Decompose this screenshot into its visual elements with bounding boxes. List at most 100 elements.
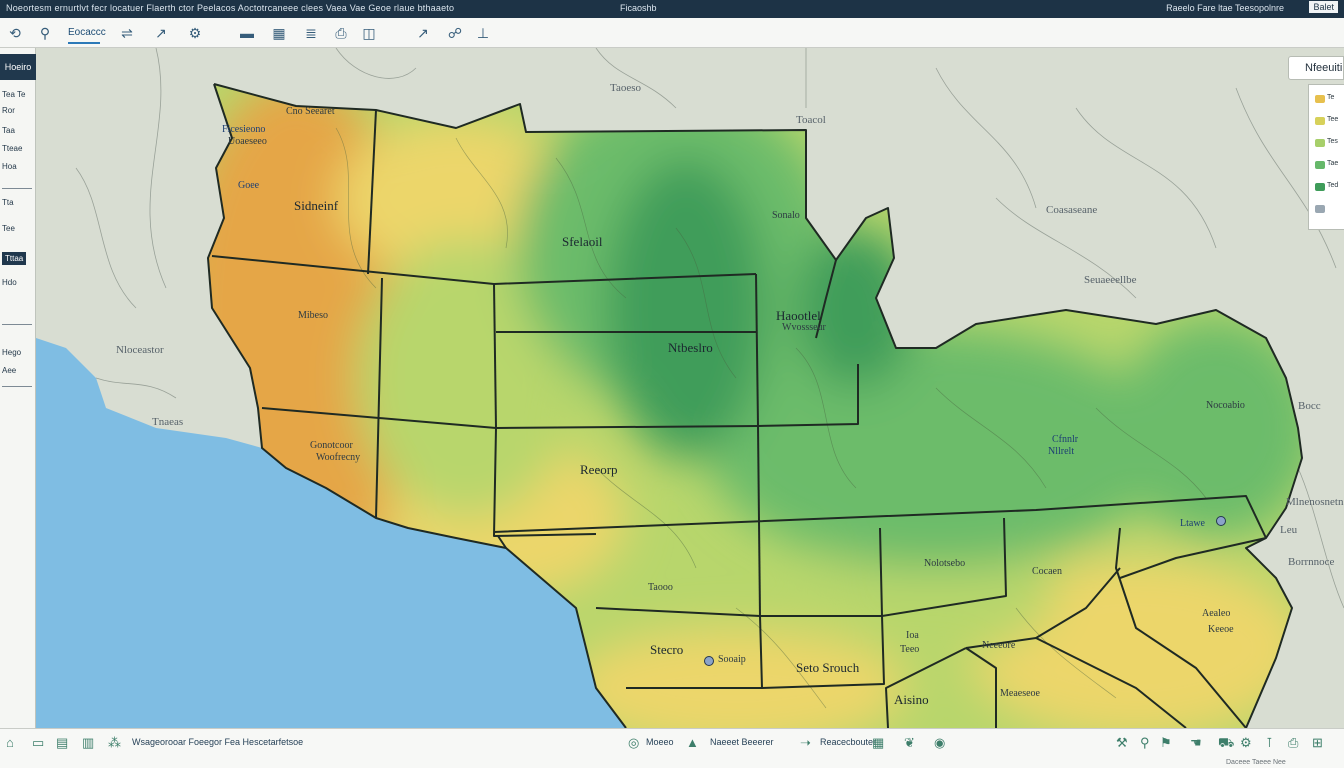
stamp-icon[interactable]: ⊥ bbox=[472, 22, 494, 44]
legend-title[interactable]: Nfeeuiti bbox=[1288, 56, 1344, 80]
map-label: Nloceastor bbox=[116, 344, 164, 356]
status-text: Wsageorooar Foeegor Fea Hescetarfetsoe bbox=[132, 737, 304, 747]
map-label: Ficesieono bbox=[222, 124, 266, 135]
legend-swatch bbox=[1315, 205, 1325, 213]
print-icon[interactable]: ⎙ bbox=[330, 22, 352, 44]
layer-item[interactable]: Hoa bbox=[2, 162, 17, 171]
chart-icon[interactable]: ◫ bbox=[358, 22, 380, 44]
map-icon[interactable]: ▦ bbox=[872, 735, 884, 751]
map-label: Taoeso bbox=[610, 82, 641, 94]
marker-icon[interactable]: ⊺ bbox=[1266, 735, 1273, 751]
map-label: Teeo bbox=[900, 644, 920, 655]
layers-icon[interactable]: ▭ bbox=[32, 735, 44, 751]
map-label: Uoaeseeo bbox=[228, 136, 267, 147]
pin-icon[interactable]: ⚲ bbox=[1140, 735, 1150, 751]
map-label: Mlnenosnetn bbox=[1286, 496, 1344, 508]
map-label: Seuaeeellbe bbox=[1084, 274, 1137, 286]
layer-item[interactable]: Ror bbox=[2, 106, 15, 115]
share-icon[interactable]: ↗ bbox=[412, 22, 434, 44]
hand-icon[interactable]: ☚ bbox=[1190, 735, 1202, 751]
layer-panel-title: Hoeiro bbox=[0, 54, 36, 80]
map-label: Coasaseane bbox=[1046, 204, 1098, 216]
layer-item[interactable]: Aee bbox=[2, 366, 16, 375]
globe-icon[interactable]: ◎ bbox=[628, 735, 639, 751]
map-label: Ltawe bbox=[1180, 518, 1205, 529]
map-label: Toacol bbox=[796, 114, 826, 126]
route-alt-icon[interactable]: ☍ bbox=[444, 22, 466, 44]
map-label: Cno Seearet bbox=[286, 106, 335, 117]
print-icon[interactable]: ⎙ bbox=[1288, 735, 1298, 751]
layer-item[interactable]: Hdo bbox=[2, 278, 17, 287]
layer-panel: Hoeiro Tea Te Ror Taa Tteae Hoa Tta Tee … bbox=[0, 48, 36, 728]
gear-icon[interactable]: ⚙ bbox=[1240, 735, 1252, 751]
map-label: Seto Srouch bbox=[796, 660, 860, 675]
map-label: Keeoe bbox=[1208, 624, 1234, 635]
location-pin-icon[interactable] bbox=[1216, 516, 1226, 526]
location-pin-icon[interactable] bbox=[704, 656, 714, 666]
map-label: Borrnnoce bbox=[1288, 556, 1335, 568]
arrow-icon[interactable]: ➝ bbox=[800, 735, 811, 751]
map-label: Reeorp bbox=[580, 462, 618, 477]
footer-text: Daceee Taeee Nee bbox=[1226, 759, 1286, 766]
legend-item: Ted bbox=[1315, 182, 1343, 191]
legend-item: Tae bbox=[1315, 160, 1343, 169]
map-label: Wvossseur bbox=[782, 322, 826, 333]
toolbar: ⟲ ⚲ Eocaccc ⇌ ↗ ⚙ ▬ ▦ ≣ ⎙ ◫ ↗ ☍ ⊥ bbox=[0, 18, 1344, 48]
layers-icon[interactable]: ≣ bbox=[300, 22, 322, 44]
map-label: Aealeo bbox=[1202, 608, 1231, 619]
tag-icon[interactable]: ⊞ bbox=[1312, 735, 1323, 751]
layer-item[interactable]: Tteae bbox=[2, 144, 22, 153]
status-text: Reacecbouter bbox=[820, 737, 877, 747]
leaf-icon[interactable]: ❦ bbox=[904, 735, 915, 751]
map-label: Mibeso bbox=[298, 310, 328, 321]
flag-icon[interactable]: ⚑ bbox=[1160, 735, 1172, 751]
layer-item[interactable]: Tee bbox=[2, 224, 15, 233]
map-label: Meaeseoe bbox=[1000, 688, 1040, 699]
map-label: Ntbeslro bbox=[668, 340, 713, 355]
title-bar-links[interactable]: Raeelo Fare ltae Teesopolnre bbox=[1166, 3, 1284, 13]
route-icon[interactable]: ↗ bbox=[150, 22, 172, 44]
title-bar: Noeortesm ernurtlvt fecr locatuer Flaert… bbox=[0, 0, 1344, 18]
pin-icon[interactable]: ⚲ bbox=[34, 22, 56, 44]
grid-icon[interactable]: ▦ bbox=[268, 22, 290, 44]
layer-item[interactable]: Tea Te bbox=[2, 90, 25, 99]
map-label: Cocaen bbox=[1032, 566, 1062, 577]
legend-label: Tae bbox=[1327, 160, 1339, 167]
title-bar-menu[interactable]: Noeortesm ernurtlvt fecr locatuer Flaert… bbox=[6, 3, 454, 13]
triangle-icon[interactable]: ▲ bbox=[686, 735, 699, 750]
layer-item[interactable]: Taa bbox=[2, 126, 15, 135]
map-view[interactable]: Taoeso Toacol Ficesieono Cno Seearet Uoa… bbox=[36, 48, 1344, 728]
back-icon[interactable]: ⟲ bbox=[4, 22, 26, 44]
measure-icon[interactable]: ⇌ bbox=[116, 22, 138, 44]
layer-item-selected[interactable]: Tttaa bbox=[2, 252, 27, 265]
map-label: Neeeore bbox=[982, 640, 1016, 651]
map-label: Tnaeas bbox=[152, 416, 184, 428]
account-button[interactable]: Balet bbox=[1309, 1, 1338, 13]
chart-icon[interactable]: ▥ bbox=[82, 735, 94, 751]
legend-label: Tee bbox=[1327, 116, 1339, 123]
compass-icon[interactable]: ◉ bbox=[934, 735, 945, 751]
filter-icon[interactable]: ⚙ bbox=[184, 22, 206, 44]
map-label: Bocc bbox=[1298, 400, 1321, 412]
wet-zone-east bbox=[706, 328, 1166, 568]
zoom-icon[interactable]: ⌂ bbox=[6, 735, 14, 750]
layer-item[interactable]: Hego bbox=[2, 348, 21, 357]
legend: Te Tee Tes Tae Ted bbox=[1308, 84, 1344, 230]
tools-icon[interactable]: ⚒ bbox=[1116, 735, 1128, 751]
divider bbox=[2, 386, 32, 387]
truck-icon[interactable]: ⛟ bbox=[1218, 735, 1234, 753]
layer-item[interactable]: Tta bbox=[2, 198, 14, 207]
divider bbox=[2, 188, 32, 189]
network-icon[interactable]: ⁂ bbox=[108, 735, 121, 751]
map-label: Goee bbox=[238, 180, 260, 191]
calendar-icon[interactable]: ▤ bbox=[56, 735, 68, 751]
map-canvas[interactable] bbox=[36, 48, 1344, 728]
home-tab[interactable]: Eocaccc bbox=[68, 22, 106, 44]
map-label: Leu bbox=[1280, 524, 1298, 536]
legend-label: Tes bbox=[1327, 138, 1338, 145]
map-label: Nllrelt bbox=[1048, 446, 1075, 457]
legend-swatch bbox=[1315, 183, 1325, 191]
legend-item: Te bbox=[1315, 94, 1343, 103]
legend-swatch bbox=[1315, 95, 1325, 103]
truck-icon[interactable]: ▬ bbox=[236, 22, 258, 44]
